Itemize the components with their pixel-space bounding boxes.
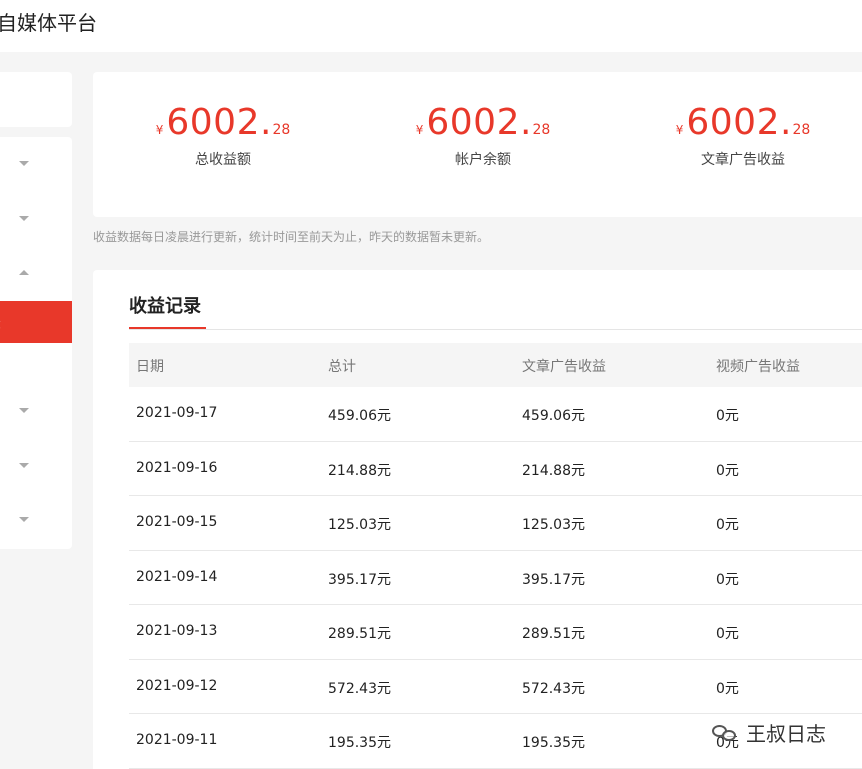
table-header: 日期 总计 文章广告收益 视频广告收益 <box>129 343 862 387</box>
currency-symbol: ¥ <box>675 123 684 137</box>
top-bar: 自媒体平台 <box>0 0 862 52</box>
cell-article-ad: 125.03元 <box>522 517 585 533</box>
cell-total: 195.35元 <box>328 735 391 751</box>
sidebar-item-label: 录 <box>0 312 1 333</box>
chevron-down-icon[interactable] <box>19 216 29 221</box>
chevron-up-icon[interactable] <box>19 270 29 275</box>
cell-date: 2021-09-11 <box>136 732 218 748</box>
cell-date: 2021-09-16 <box>136 459 218 476</box>
cell-video-ad: 0元 <box>716 408 739 424</box>
cell-article-ad: 289.51元 <box>522 626 585 642</box>
wechat-icon <box>712 723 738 743</box>
cell-article-ad: 395.17元 <box>522 571 585 588</box>
amount-integer: 6002 <box>686 102 780 143</box>
tab-income-records[interactable]: 收益记录 <box>129 292 201 318</box>
stat-amount: ¥6002.28 <box>675 102 811 143</box>
currency-symbol: ¥ <box>155 123 164 137</box>
cell-video-ad: 0元 <box>716 462 739 479</box>
cell-date: 2021-09-15 <box>136 514 218 530</box>
column-header-date: 日期 <box>136 359 164 375</box>
chevron-down-icon[interactable] <box>19 517 29 522</box>
amount-integer: 6002 <box>426 102 520 143</box>
watermark-text: 王叔日志 <box>746 722 826 746</box>
amount-integer: 6002 <box>166 102 260 143</box>
stat-account-balance: ¥6002.28 帐户余额 <box>393 102 573 169</box>
column-header-article-ad: 文章广告收益 <box>522 359 606 375</box>
amount-decimal: 28 <box>532 122 551 138</box>
cell-video-ad: 0元 <box>716 517 739 533</box>
cell-video-ad: 0元 <box>716 571 739 588</box>
amount-decimal: 28 <box>272 122 291 138</box>
chevron-down-icon[interactable] <box>19 408 29 413</box>
column-header-total: 总计 <box>328 359 356 375</box>
cell-article-ad: 459.06元 <box>522 408 585 424</box>
cell-total: 214.88元 <box>328 462 391 479</box>
stat-label: 文章广告收益 <box>701 152 785 168</box>
cell-total: 289.51元 <box>328 626 391 642</box>
stat-label: 总收益额 <box>195 152 251 168</box>
stat-amount: ¥6002.28 <box>415 102 551 143</box>
app-title: 自媒体平台 <box>0 11 97 35</box>
column-header-video-ad: 视频广告收益 <box>716 359 800 375</box>
chevron-down-icon[interactable] <box>19 463 29 468</box>
stat-total-income: ¥6002.28 总收益额 <box>133 102 313 169</box>
table-row: 2021-09-12 572.43元 572.43元 0元 <box>129 660 862 714</box>
stat-label: 帐户余额 <box>455 152 511 168</box>
cell-date: 2021-09-13 <box>136 623 218 639</box>
table-row: 2021-09-14 395.17元 395.17元 0元 <box>129 551 862 605</box>
cell-article-ad: 572.43元 <box>522 680 585 697</box>
cell-date: 2021-09-12 <box>136 677 218 694</box>
cell-video-ad: 0元 <box>716 680 739 697</box>
sidebar-item-income-records[interactable]: 录 <box>0 301 72 343</box>
divider <box>129 329 862 330</box>
table-row: 2021-09-16 214.88元 214.88元 0元 <box>129 442 862 496</box>
cell-article-ad: 214.88元 <box>522 462 585 479</box>
currency-symbol: ¥ <box>415 123 424 137</box>
cell-video-ad: 0元 <box>716 626 739 642</box>
sidebar-menu <box>0 137 72 549</box>
stats-card: ¥6002.28 总收益额 ¥6002.28 帐户余额 ¥6002.28 文章广… <box>93 72 862 217</box>
cell-date: 2021-09-17 <box>136 405 218 421</box>
cell-total: 125.03元 <box>328 517 391 533</box>
update-note: 收益数据每日凌晨进行更新，统计时间至前天为止，昨天的数据暂未更新。 <box>93 230 490 244</box>
watermark: 王叔日志 <box>712 718 826 747</box>
cell-total: 572.43元 <box>328 680 391 697</box>
table-row: 2021-09-17 459.06元 459.06元 0元 <box>129 387 862 442</box>
cell-article-ad: 195.35元 <box>522 735 585 751</box>
sidebar-header <box>0 72 72 127</box>
chevron-down-icon[interactable] <box>19 161 29 166</box>
records-card: 收益记录 日期 总计 文章广告收益 视频广告收益 2021-09-17 459.… <box>93 270 862 769</box>
stat-amount: ¥6002.28 <box>155 102 291 143</box>
amount-decimal: 28 <box>792 122 811 138</box>
stat-article-ad-income: ¥6002.28 文章广告收益 <box>653 102 833 169</box>
table-row: 2021-09-13 289.51元 289.51元 0元 <box>129 605 862 660</box>
income-table: 日期 总计 文章广告收益 视频广告收益 2021-09-17 459.06元 4… <box>129 343 862 769</box>
cell-total: 459.06元 <box>328 408 391 424</box>
cell-date: 2021-09-14 <box>136 568 218 585</box>
table-row: 2021-09-15 125.03元 125.03元 0元 <box>129 496 862 551</box>
cell-total: 395.17元 <box>328 571 391 588</box>
